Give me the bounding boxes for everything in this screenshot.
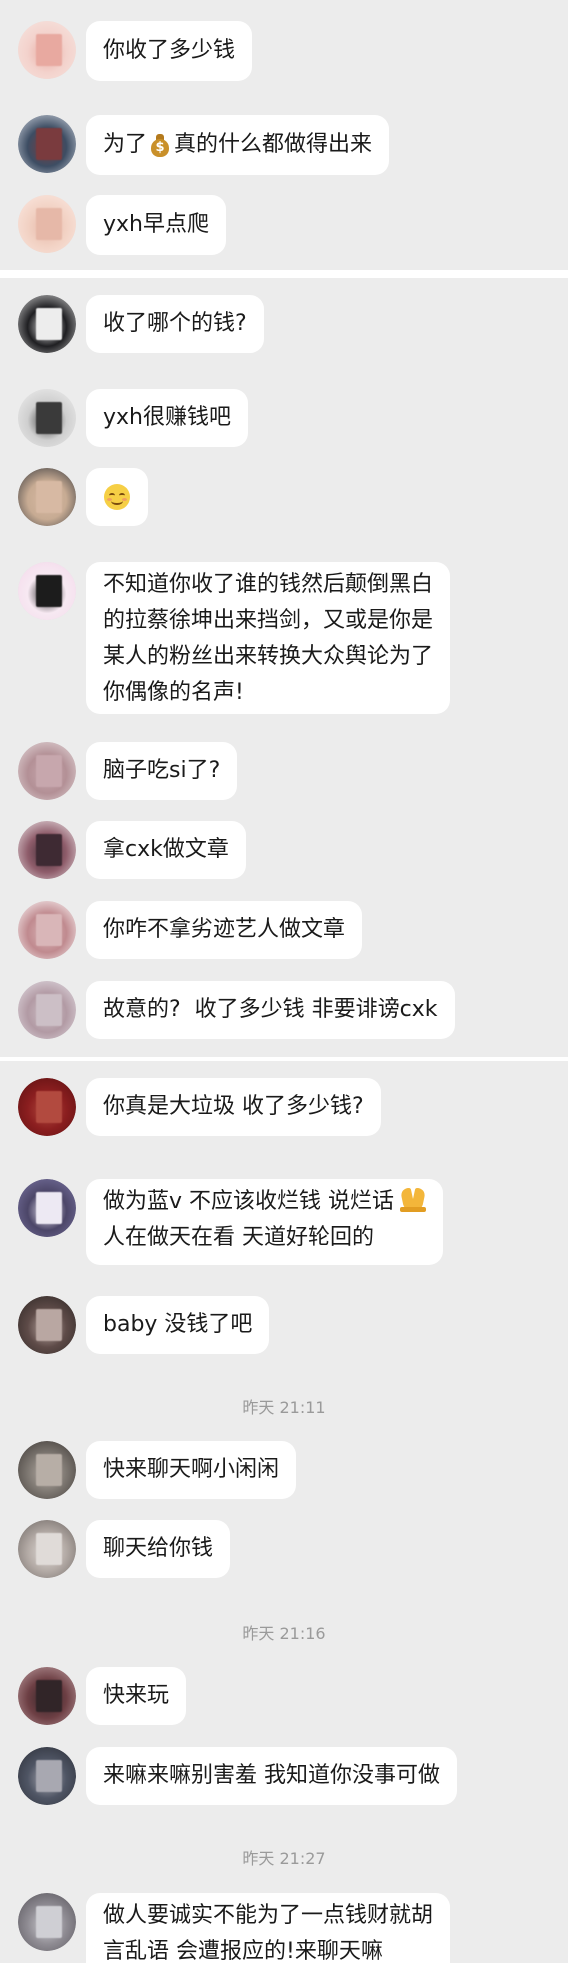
- message-bubble[interactable]: baby 没钱了吧: [86, 1296, 270, 1354]
- timestamp: 昨天 21:27: [242, 1849, 326, 1868]
- message-text: 你真是大垃圾 收了多少钱?: [103, 1094, 364, 1119]
- chat-panel: 你收了多少钱 为了 $ 真的什么都做得出来 yxh早点爬: [0, 0, 568, 270]
- message-text: 你收了多少钱: [103, 38, 236, 63]
- message-row: 脑子吃si了?: [0, 742, 568, 800]
- message-row: 故意的? 收了多少钱 非要诽谤cxk: [0, 981, 568, 1039]
- message-text: yxh早点爬: [103, 212, 209, 237]
- message-text: 你咋不拿劣迹艺人做文章: [103, 917, 346, 942]
- message-row: [0, 468, 568, 526]
- message-bubble[interactable]: yxh早点爬: [86, 195, 226, 255]
- avatar[interactable]: [18, 1747, 76, 1805]
- timestamp: 昨天 21:11: [242, 1398, 326, 1417]
- message-text: 收了哪个的钱?: [103, 311, 247, 336]
- avatar[interactable]: [18, 468, 76, 526]
- message-text: 拿cxk做文章: [103, 837, 229, 862]
- message-row: 快来玩: [0, 1667, 568, 1725]
- message-text: 做为蓝v 不应该收烂钱 说烂话: [103, 1189, 395, 1214]
- avatar[interactable]: [18, 821, 76, 879]
- avatar[interactable]: [18, 562, 76, 620]
- pray-icon: [399, 1186, 427, 1212]
- message-text-line: 人在做天在看 天道好轮回的: [103, 1225, 374, 1250]
- avatar[interactable]: [18, 21, 76, 79]
- avatar[interactable]: [18, 981, 76, 1039]
- message-bubble[interactable]: 拿cxk做文章: [86, 821, 246, 879]
- message-row: 快来聊天啊小闲闲: [0, 1441, 568, 1499]
- message-text: 脑子吃si了?: [103, 758, 221, 783]
- message-text: 聊天给你钱: [103, 1536, 214, 1561]
- message-text: 真的什么都做得出来: [174, 132, 373, 157]
- message-bubble[interactable]: 收了哪个的钱?: [86, 295, 264, 353]
- message-row: yxh很赚钱吧: [0, 389, 568, 447]
- message-text: 故意的? 收了多少钱 非要诽谤cxk: [103, 997, 438, 1022]
- chat-screenshot: 你收了多少钱 为了 $ 真的什么都做得出来 yxh早点爬 收了哪个的钱? yxh…: [0, 0, 568, 1963]
- avatar[interactable]: [18, 742, 76, 800]
- message-bubble[interactable]: 做为蓝v 不应该收烂钱 说烂话 人在做天在看 天道好轮回的: [86, 1179, 444, 1265]
- avatar[interactable]: [18, 901, 76, 959]
- message-bubble[interactable]: 故意的? 收了多少钱 非要诽谤cxk: [86, 981, 455, 1039]
- message-row: 收了哪个的钱?: [0, 295, 568, 353]
- message-row: yxh早点爬: [0, 195, 568, 255]
- avatar[interactable]: [18, 1296, 76, 1354]
- avatar[interactable]: [18, 115, 76, 173]
- message-row: baby 没钱了吧: [0, 1296, 568, 1354]
- message-text: 快来聊天啊小闲闲: [103, 1457, 280, 1482]
- message-row: 不知道你收了谁的钱然后颠倒黑白 的拉蔡徐坤出来挡剑，又或是你是 某人的粉丝出来转…: [0, 562, 568, 714]
- chat-panel: 你真是大垃圾 收了多少钱? 做为蓝v 不应该收烂钱 说烂话 人在做天在看 天道好…: [0, 1061, 568, 1963]
- message-bubble[interactable]: 做人要诚实不能为了一点钱财就胡 言乱语 会遭报应的!来聊天嘛: [86, 1893, 451, 1963]
- message-row: 来嘛来嘛别害羞 我知道你没事可做: [0, 1747, 568, 1805]
- message-text: 来嘛来嘛别害羞 我知道你没事可做: [103, 1763, 440, 1788]
- message-row: 做人要诚实不能为了一点钱财就胡 言乱语 会遭报应的!来聊天嘛: [0, 1893, 568, 1963]
- message-row: 你咋不拿劣迹艺人做文章: [0, 901, 568, 959]
- message-bubble[interactable]: 不知道你收了谁的钱然后颠倒黑白 的拉蔡徐坤出来挡剑，又或是你是 某人的粉丝出来转…: [86, 562, 451, 714]
- message-bubble[interactable]: 聊天给你钱: [86, 1520, 231, 1578]
- avatar[interactable]: [18, 1441, 76, 1499]
- message-text: 为了: [103, 132, 148, 157]
- avatar[interactable]: [18, 389, 76, 447]
- avatar[interactable]: [18, 1078, 76, 1136]
- message-text-line: 你偶像的名声!: [103, 680, 244, 705]
- avatar[interactable]: [18, 195, 76, 253]
- message-bubble[interactable]: 你收了多少钱: [86, 21, 253, 81]
- timestamp: 昨天 21:16: [242, 1624, 326, 1643]
- smile-emoji-icon: [104, 484, 130, 510]
- message-text: baby 没钱了吧: [103, 1312, 253, 1337]
- message-bubble[interactable]: yxh很赚钱吧: [86, 389, 248, 447]
- avatar[interactable]: [18, 1893, 76, 1951]
- message-bubble[interactable]: 脑子吃si了?: [86, 742, 238, 800]
- message-row: 你真是大垃圾 收了多少钱?: [0, 1078, 568, 1136]
- message-row: 为了 $ 真的什么都做得出来: [0, 115, 568, 175]
- message-row: 聊天给你钱: [0, 1520, 568, 1578]
- message-text-line: 做为蓝v 不应该收烂钱 说烂话: [103, 1184, 427, 1220]
- message-text-line: 做人要诚实不能为了一点钱财就胡: [103, 1903, 434, 1928]
- avatar[interactable]: [18, 1179, 76, 1237]
- message-bubble[interactable]: 你真是大垃圾 收了多少钱?: [86, 1078, 381, 1136]
- message-row: 你收了多少钱: [0, 21, 568, 81]
- message-bubble[interactable]: 为了 $ 真的什么都做得出来: [86, 115, 390, 175]
- message-bubble[interactable]: 快来玩: [86, 1667, 187, 1725]
- chat-panel: 收了哪个的钱? yxh很赚钱吧 不知道你收了谁的钱然后颠倒黑白 的拉蔡徐坤出来挡…: [0, 278, 568, 1057]
- message-text-line: 言乱语 会遭报应的!来聊天嘛: [103, 1939, 383, 1963]
- money-bag-icon: $: [150, 133, 170, 157]
- message-text: yxh很赚钱吧: [103, 405, 231, 430]
- message-text-line: 某人的粉丝出来转换大众舆论为了: [103, 644, 434, 669]
- message-bubble[interactable]: 来嘛来嘛别害羞 我知道你没事可做: [86, 1747, 457, 1805]
- message-bubble[interactable]: 你咋不拿劣迹艺人做文章: [86, 901, 363, 959]
- message-text: 快来玩: [103, 1683, 170, 1708]
- message-text-line: 不知道你收了谁的钱然后颠倒黑白: [103, 572, 434, 597]
- message-text-line: 的拉蔡徐坤出来挡剑，又或是你是: [103, 608, 434, 633]
- message-row: 拿cxk做文章: [0, 821, 568, 879]
- avatar[interactable]: [18, 1667, 76, 1725]
- message-row: 做为蓝v 不应该收烂钱 说烂话 人在做天在看 天道好轮回的: [0, 1179, 568, 1265]
- message-bubble[interactable]: [86, 468, 148, 526]
- avatar[interactable]: [18, 1520, 76, 1578]
- avatar[interactable]: [18, 295, 76, 353]
- message-bubble[interactable]: 快来聊天啊小闲闲: [86, 1441, 297, 1499]
